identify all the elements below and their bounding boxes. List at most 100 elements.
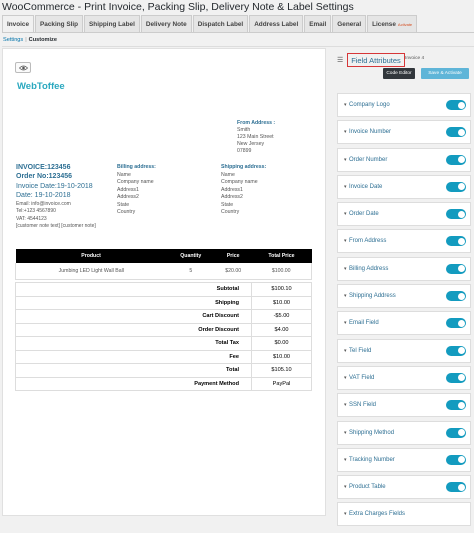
summary-table: Subtotal $100.10 Shipping $10.00 Cart Disc…	[15, 282, 312, 391]
billing-line: State	[117, 201, 130, 208]
attribute-label: Billing Address	[349, 265, 389, 272]
tab-label: Shipping Label	[89, 20, 135, 28]
code-editor-button[interactable]: Code Editor	[383, 68, 415, 79]
field-attributes-list: ▾ Company Logo ▾ Invoice Number ▾ Order Num…	[337, 93, 471, 530]
header-total-price: Total Price	[251, 249, 312, 263]
tab-shipping-label[interactable]: Shipping Label	[84, 15, 140, 32]
attribute-label: Tracking Number	[349, 456, 395, 463]
from-address-line: New Jersey	[237, 141, 265, 148]
attribute-tracking-number[interactable]: ▾ Tracking Number	[337, 447, 471, 472]
attribute-company-logo[interactable]: ▾ Company Logo	[337, 93, 471, 117]
attribute-invoice-number[interactable]: ▾ Invoice Number	[337, 120, 471, 145]
from-address-line: 07899	[237, 148, 252, 155]
customer-note: [customer note text] [customer note]	[16, 223, 96, 230]
toggle-switch[interactable]	[446, 263, 466, 274]
tel-line: Tel:+123 4567890	[16, 208, 56, 215]
order-date: Date: 19-10-2018	[16, 192, 71, 200]
attribute-label: Tel Field	[349, 347, 372, 354]
attribute-label: Company Logo	[349, 102, 390, 108]
billing-line: Address2	[117, 194, 139, 201]
shipping-address: Shipping address: Name Company name Addr…	[221, 164, 266, 217]
toggle-switch[interactable]	[446, 372, 466, 383]
toggle-switch[interactable]	[446, 209, 466, 220]
attribute-from-address[interactable]: ▾ From Address	[337, 229, 471, 254]
summary-value: $0.00	[251, 336, 312, 351]
summary-label: Subtotal	[15, 282, 252, 297]
attribute-order-date[interactable]: ▾ Order Date	[337, 202, 471, 227]
summary-value: $105.10	[251, 363, 312, 378]
shipping-line: Company name	[221, 179, 258, 186]
invoice-preview: WebToffee From Address : Smith 123 Main …	[2, 48, 326, 516]
tab-email[interactable]: Email	[304, 15, 332, 32]
customize-link[interactable]: Customize	[29, 37, 57, 43]
summary-row: Total $105.10	[15, 363, 312, 378]
tab-invoice[interactable]: Invoice	[2, 15, 35, 32]
tab-packing-slip[interactable]: Packing Slip	[35, 15, 84, 32]
tab-label: Delivery Note	[145, 20, 187, 28]
field-attributes-title: Field Attributes	[347, 53, 405, 67]
summary-value: $100.10	[251, 282, 312, 297]
toggle-switch[interactable]	[446, 427, 466, 438]
attribute-label: Order Number	[349, 156, 388, 163]
toggle-switch[interactable]	[446, 236, 466, 247]
attribute-label: Shipping Address	[349, 293, 396, 300]
summary-value: $10.00	[251, 349, 312, 364]
attribute-product-table[interactable]: ▾ Product Table	[337, 475, 471, 500]
shipping-line: Name	[221, 171, 235, 178]
attribute-billing-address[interactable]: ▾ Billing Address	[337, 256, 471, 281]
toggle-switch[interactable]	[446, 127, 466, 138]
page-title: WooCommerce - Print Invoice, Packing Sli…	[2, 1, 354, 13]
order-number: Order No:123456	[16, 173, 73, 181]
tab-divider	[2, 32, 474, 33]
summary-value: PayPal	[251, 376, 312, 391]
invoice-number: INVOICE:123456	[16, 164, 71, 171]
attribute-invoice-date[interactable]: ▾ Invoice Date	[337, 174, 471, 199]
attribute-tel-field[interactable]: ▾ Tel Field	[337, 338, 471, 363]
toggle-switch[interactable]	[446, 345, 466, 356]
tab-general[interactable]: General	[332, 15, 367, 32]
toggle-switch[interactable]	[446, 454, 466, 465]
shipping-line: Country	[221, 209, 240, 216]
cell-price: $20.00	[214, 263, 252, 280]
attribute-label: Invoice Number	[349, 129, 392, 136]
save-activate-button[interactable]: Save & Activate	[421, 68, 469, 79]
attribute-extra-charges-fields[interactable]: ▾ Extra Charges Fields	[337, 502, 471, 527]
summary-label: Cart Discount	[15, 309, 252, 324]
attribute-email-field[interactable]: ▾ Email Field	[337, 311, 471, 336]
toggle-switch[interactable]	[446, 291, 466, 302]
tab-address-label[interactable]: Address Label	[249, 15, 304, 32]
summary-row: Payment Method PayPal	[15, 376, 312, 391]
toggle-switch[interactable]	[446, 482, 466, 493]
summary-label: Fee	[15, 349, 252, 364]
tab-delivery-note[interactable]: Delivery Note	[140, 15, 192, 32]
tab-license[interactable]: License Activate	[367, 15, 418, 32]
shipping-line: Address2	[221, 194, 243, 201]
attribute-shipping-address[interactable]: ▾ Shipping Address	[337, 284, 471, 309]
attribute-vat-field[interactable]: ▾ VAT Field	[337, 365, 471, 390]
subnav-divider	[2, 46, 474, 47]
toggle-switch[interactable]	[446, 400, 466, 411]
summary-row: Subtotal $100.10	[15, 282, 312, 297]
tab-dispatch-label[interactable]: Dispatch Label	[192, 15, 249, 32]
attribute-ssn-field[interactable]: ▾ SSN Field	[337, 393, 471, 418]
invoice-details: INVOICE:123456 Order No:123456 Invoice D…	[16, 163, 96, 231]
product-table: Product Quantity Price Total Price Jumbi…	[14, 249, 313, 280]
from-address: From Address : Smith 123 Main Street New…	[237, 120, 275, 155]
toggle-switch[interactable]	[446, 318, 466, 329]
toggle-switch[interactable]	[446, 154, 466, 165]
breadcrumb-separator: |	[25, 37, 27, 43]
attribute-label: Extra Charges Fields	[349, 511, 406, 518]
tab-label: Packing Slip	[40, 20, 79, 28]
attribute-label: Email Field	[349, 320, 379, 327]
header-quantity: Quantity	[166, 249, 215, 263]
vat-line: VAT: 4544123	[16, 215, 47, 222]
tab-label: General	[337, 20, 362, 28]
settings-link[interactable]: Settings	[3, 37, 23, 43]
toggle-switch[interactable]	[446, 100, 466, 110]
tab-label: Email	[309, 20, 327, 28]
attribute-order-number[interactable]: ▾ Order Number	[337, 147, 471, 172]
attribute-shipping-method[interactable]: ▾ Shipping Method	[337, 420, 471, 445]
billing-address-label: Billing address:	[117, 164, 156, 170]
toggle-switch[interactable]	[446, 181, 466, 192]
preview-toggle-button[interactable]	[15, 62, 31, 73]
